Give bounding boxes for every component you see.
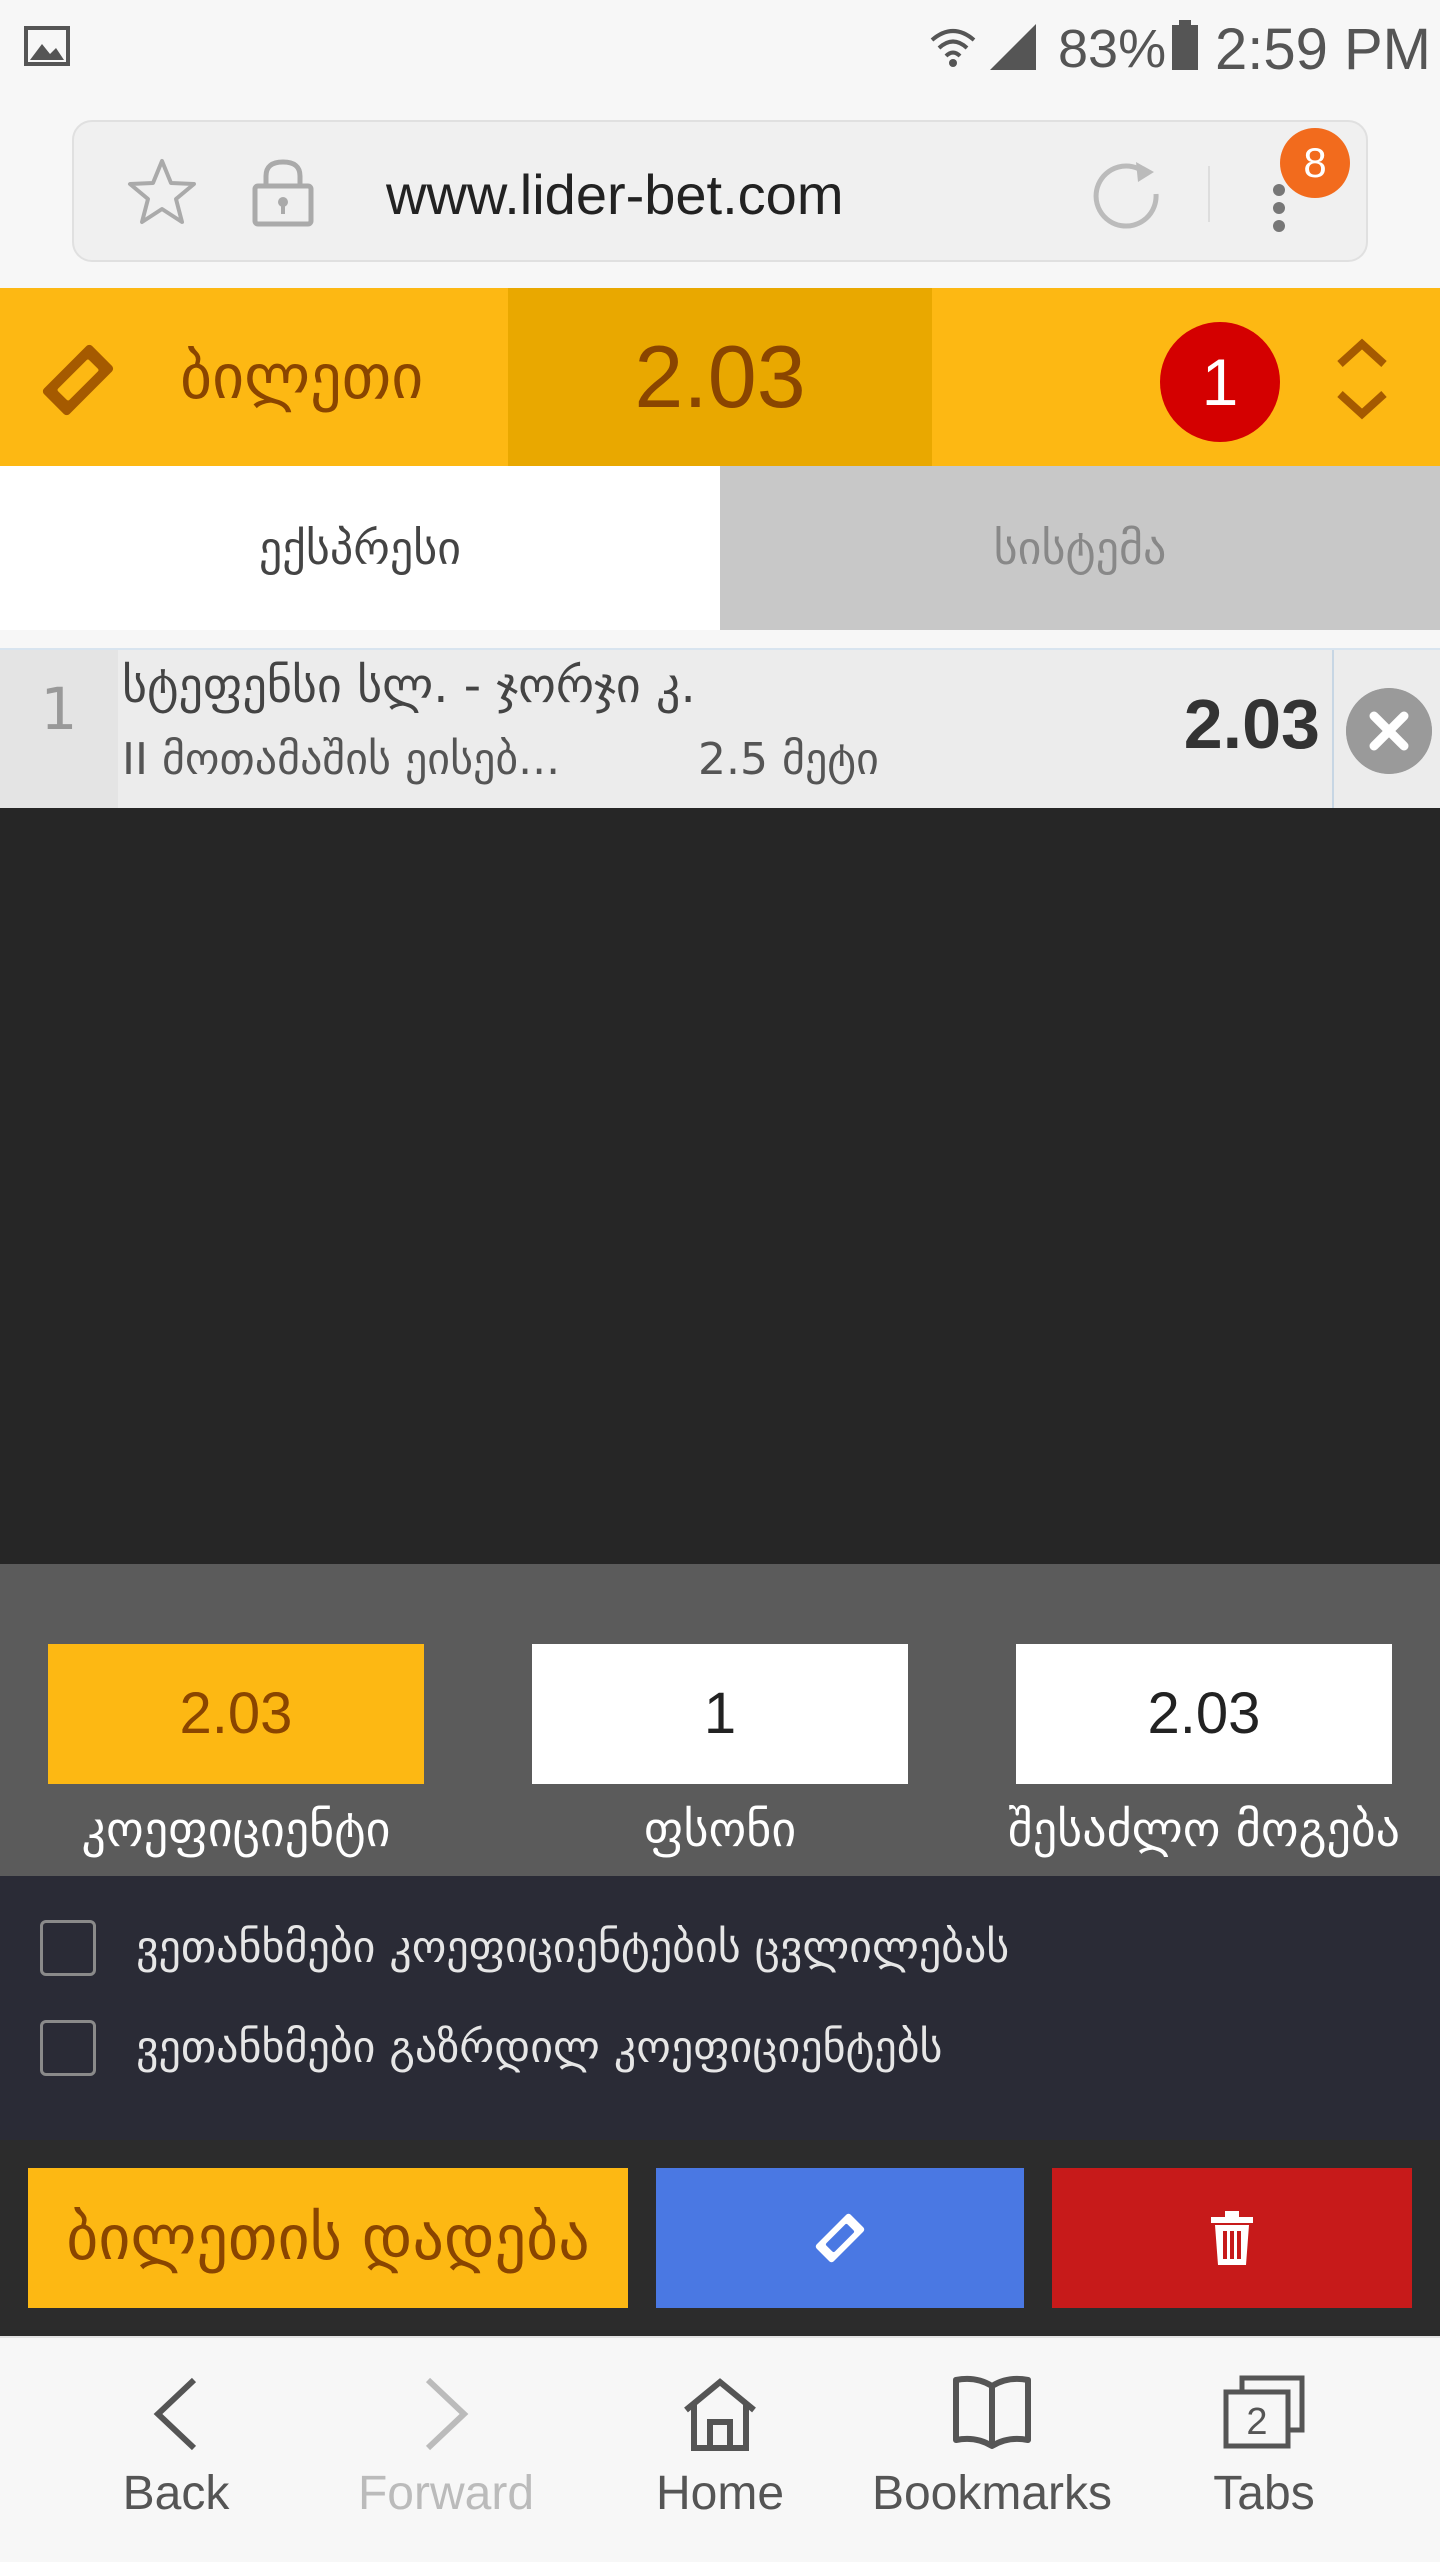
bookmarks-book-icon xyxy=(953,2375,1031,2449)
delete-ticket-button[interactable] xyxy=(1052,2168,1412,2308)
ticket-title: ბილეთი xyxy=(180,340,424,413)
back-arrow-icon xyxy=(153,2377,197,2451)
coefficient-label: კოეფიციენტი xyxy=(81,1802,391,1858)
browser-bottom-nav: Back Forward Home Bookmarks 2 Tabs xyxy=(0,2336,1440,2560)
wifi-icon xyxy=(930,29,976,67)
coefficient-value: 2.03 xyxy=(48,1644,424,1784)
status-bar: 83% 2:59 PM xyxy=(0,0,1440,100)
ticket-header[interactable]: ბილეთი 2.03 1 xyxy=(0,288,1440,466)
bet-options: ვეთანხმები კოეფიციენტების ცვლილებას ვეთა… xyxy=(0,1876,1440,2140)
url-divider xyxy=(1208,166,1210,222)
battery-percentage: 83% xyxy=(1058,19,1167,79)
forward-arrow-icon xyxy=(425,2377,469,2451)
remove-selection-icon[interactable] xyxy=(1346,688,1432,774)
url-text[interactable]: www.lider-bet.com xyxy=(386,162,843,227)
accept-increased-odds-label[interactable]: ვეთანხმები გაზრდილ კოეფიციენტებს xyxy=(136,2022,942,2073)
accept-odds-change-checkbox[interactable] xyxy=(40,1920,96,1976)
total-odds: 2.03 xyxy=(508,288,932,466)
nav-forward-label: Forward xyxy=(357,2467,535,2520)
address-bar[interactable]: www.lider-bet.com 8 xyxy=(72,120,1368,262)
notification-badge: 8 xyxy=(1280,128,1350,198)
place-bet-button[interactable]: ბილეთის დადება xyxy=(28,2168,628,2308)
bookmark-star-icon[interactable] xyxy=(126,156,198,228)
accept-odds-change-label[interactable]: ვეთანხმები კოეფიციენტების ცვლილებას xyxy=(136,1922,1009,1973)
selection-odd: 2.03 xyxy=(1183,685,1320,763)
tabs-count: 2 xyxy=(1246,2401,1267,2443)
nav-bookmarks[interactable]: Bookmarks xyxy=(852,2338,1132,2562)
nav-bookmarks-label: Bookmarks xyxy=(871,2467,1113,2520)
nav-back[interactable]: Back xyxy=(36,2338,316,2562)
home-icon xyxy=(684,2378,756,2451)
signal-icon xyxy=(990,24,1036,70)
selection-number: 1 xyxy=(0,650,118,808)
stake-input[interactable]: 1 xyxy=(532,1644,908,1784)
ticket-icon xyxy=(815,2213,865,2263)
nav-tabs-label: Tabs xyxy=(1213,2467,1315,2520)
bet-selection-item[interactable]: 1 სტეფენსი სლ. - ჯორჯი კ. II მოთამაშის ე… xyxy=(0,648,1440,810)
nav-back-label: Back xyxy=(122,2467,230,2520)
match-name: სტეფენსი სლ. - ჯორჯი კ. xyxy=(122,658,696,714)
trash-icon xyxy=(1211,2211,1253,2265)
battery-icon xyxy=(1172,20,1198,70)
lock-icon[interactable] xyxy=(250,156,316,228)
selection-count-badge: 1 xyxy=(1160,322,1280,442)
item-divider xyxy=(1332,650,1334,810)
possible-win-label: შესაძლო მოგება xyxy=(1007,1802,1401,1858)
tabs-icon: 2 xyxy=(1223,2375,1305,2449)
expand-collapse-icon[interactable] xyxy=(1332,334,1392,424)
reload-icon[interactable] xyxy=(1092,158,1164,230)
nav-tabs[interactable]: 2 Tabs xyxy=(1124,2338,1404,2562)
market-name: II მოთამაშის ეისებ... xyxy=(122,734,561,785)
stake-label: ფსონი xyxy=(643,1802,797,1858)
nav-forward[interactable]: Forward xyxy=(306,2338,586,2562)
accept-increased-odds-checkbox[interactable] xyxy=(40,2020,96,2076)
tab-system[interactable]: სისტემა xyxy=(720,466,1440,630)
tab-express[interactable]: ექსპრესი xyxy=(0,466,720,630)
selection-name: 2.5 მეტი xyxy=(698,734,879,785)
action-bar: ბილეთის დადება xyxy=(0,2140,1440,2336)
ticket-button[interactable] xyxy=(656,2168,1024,2308)
empty-area xyxy=(0,808,1440,1564)
bet-type-tabs: ექსპრესი სისტემა xyxy=(0,466,1440,630)
nav-home[interactable]: Home xyxy=(580,2338,860,2562)
possible-win-value: 2.03 xyxy=(1016,1644,1392,1784)
clock: 2:59 PM xyxy=(1215,17,1431,82)
bet-summary: 2.03 1 2.03 კოეფიციენტი ფსონი შესაძლო მო… xyxy=(0,1564,1440,1876)
image-notification-icon xyxy=(24,26,70,66)
nav-home-label: Home xyxy=(655,2467,785,2520)
ticket-icon xyxy=(42,344,114,416)
more-menu-icon[interactable] xyxy=(1270,182,1288,232)
